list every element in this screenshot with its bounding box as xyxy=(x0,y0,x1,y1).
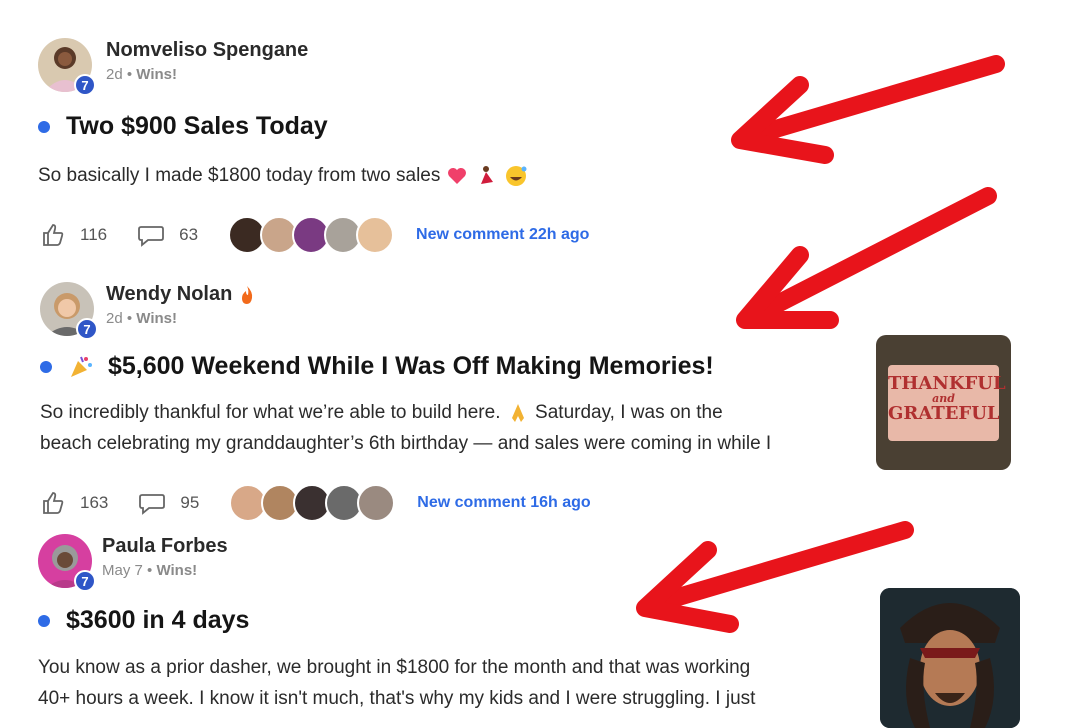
red-arrow-icon xyxy=(731,55,1005,164)
red-arrow-annotations xyxy=(636,55,1005,633)
red-arrow-icon xyxy=(636,521,914,633)
red-arrow-icon xyxy=(736,187,997,329)
